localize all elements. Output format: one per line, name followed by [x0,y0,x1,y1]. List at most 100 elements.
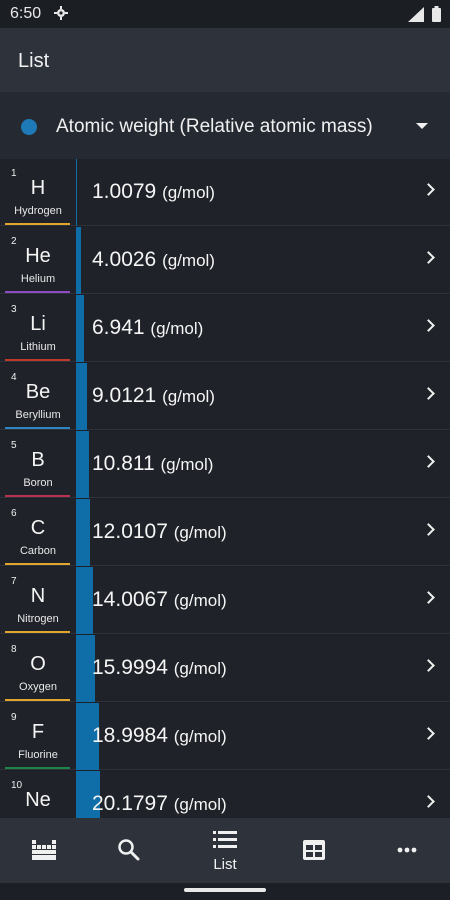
element-row[interactable]: 9 F Fluorine 18.9984 (g/mol) [0,703,450,770]
value-number: 4.0026 [92,248,157,271]
element-row[interactable]: 10 Ne 20.1797 (g/mol) [0,771,450,818]
value-unit: (g/mol) [162,387,215,406]
gesture-area [0,883,450,900]
element-row[interactable]: 3 Li Lithium 6.941 (g/mol) [0,295,450,362]
value-bar [76,227,81,294]
nav-list[interactable]: List [180,818,270,883]
nav-periodic-table[interactable] [0,818,90,883]
group-color-underline [5,767,70,769]
element-symbol: He [25,245,51,267]
bottom-nav: List [0,818,450,883]
more-icon [397,847,417,853]
value-unit: (g/mol) [173,727,227,746]
value-number: 18.9984 [92,724,168,747]
gesture-handle[interactable] [184,888,266,892]
element-value: 6.941 (g/mol) [92,316,203,340]
chevron-right-icon [422,523,435,536]
element-name: Helium [20,273,56,285]
nav-search[interactable] [90,818,180,883]
value-unit: (g/mol) [173,795,227,814]
chevron-right-icon [422,659,435,672]
value-number: 1.0079 [92,180,157,203]
group-color-underline [5,631,70,633]
value-unit: (g/mol) [160,455,214,474]
element-cell: 4 Be Beryllium [0,363,76,430]
element-row[interactable]: 1 H Hydrogen 1.0079 (g/mol) [0,159,450,226]
element-value: 18.9984 (g/mol) [92,724,227,748]
element-row[interactable]: 4 Be Beryllium 9.0121 (g/mol) [0,363,450,430]
battery-icon [432,6,441,22]
element-row[interactable]: 2 He Helium 4.0026 (g/mol) [0,227,450,294]
element-symbol: Ne [25,789,51,811]
group-color-underline [5,495,70,497]
element-symbol: O [30,653,46,675]
element-value: 10.811 (g/mol) [92,452,213,476]
element-name: Hydrogen [14,205,62,217]
element-value: 4.0026 (g/mol) [92,248,215,272]
chevron-right-icon [422,251,435,264]
chevron-right-icon [422,455,435,468]
element-value: 9.0121 (g/mol) [92,384,215,408]
chevron-right-icon [422,795,435,808]
element-symbol: N [30,585,46,607]
value-number: 10.811 [92,452,155,475]
element-cell: 5 B Boron [0,431,76,498]
value-unit: (g/mol) [162,183,215,202]
element-name: Lithium [20,341,56,353]
value-unit: (g/mol) [162,251,215,270]
nav-list-label: List [213,856,237,873]
page-title: List [18,50,50,72]
element-cell: 10 Ne [0,771,76,818]
value-bar [76,499,91,566]
property-color-dot [21,119,37,135]
group-color-underline [5,359,70,361]
table-icon [303,840,325,860]
element-symbol: B [31,449,45,471]
element-symbol: H [30,177,46,199]
element-name: Nitrogen [17,613,59,625]
chevron-right-icon [422,727,435,740]
gear-icon [54,6,68,20]
nav-table[interactable] [270,818,360,883]
element-cell: 1 H Hydrogen [0,159,76,226]
element-cell: 2 He Helium [0,227,76,294]
element-symbol: Be [25,381,51,403]
chevron-right-icon [422,183,435,196]
nav-more[interactable] [360,818,450,883]
element-symbol: C [30,517,46,539]
value-number: 6.941 [92,316,145,339]
value-number: 9.0121 [92,384,157,407]
value-unit: (g/mol) [173,523,227,542]
value-bar [76,159,78,226]
value-unit: (g/mol) [173,659,227,678]
search-icon [118,839,140,861]
dropdown-caret-icon[interactable] [416,123,428,129]
element-row[interactable]: 8 O Oxygen 15.9994 (g/mol) [0,635,450,702]
element-list: 1 H Hydrogen 1.0079 (g/mol) 2 He Helium 4.0026 … [0,159,450,818]
element-row[interactable]: 5 B Boron 10.811 (g/mol) [0,431,450,498]
element-symbol: F [31,721,45,743]
value-number: 14.0067 [92,588,168,611]
chevron-right-icon [422,319,435,332]
status-time: 6:50 [10,5,42,22]
element-name: Beryllium [15,409,61,421]
signal-icon [408,7,424,22]
element-name: Boron [23,477,53,489]
value-number: 15.9994 [92,656,168,679]
element-cell: 9 F Fluorine [0,703,76,770]
element-cell: 6 C Carbon [0,499,76,566]
element-row[interactable]: 6 C Carbon 12.0107 (g/mol) [0,499,450,566]
element-row[interactable]: 7 N Nitrogen 14.0067 (g/mol) [0,567,450,634]
element-value: 14.0067 (g/mol) [92,588,227,612]
periodic-table-icon [32,840,56,860]
app-bar: List [0,28,450,92]
list-icon [213,831,237,848]
element-name: Oxygen [19,681,57,693]
value-number: 20.1797 [92,792,168,815]
element-cell: 8 O Oxygen [0,635,76,702]
group-color-underline [5,223,70,225]
chevron-right-icon [422,387,435,400]
element-value: 1.0079 (g/mol) [92,180,215,204]
element-value: 15.9994 (g/mol) [92,656,227,680]
value-bar [76,567,93,634]
